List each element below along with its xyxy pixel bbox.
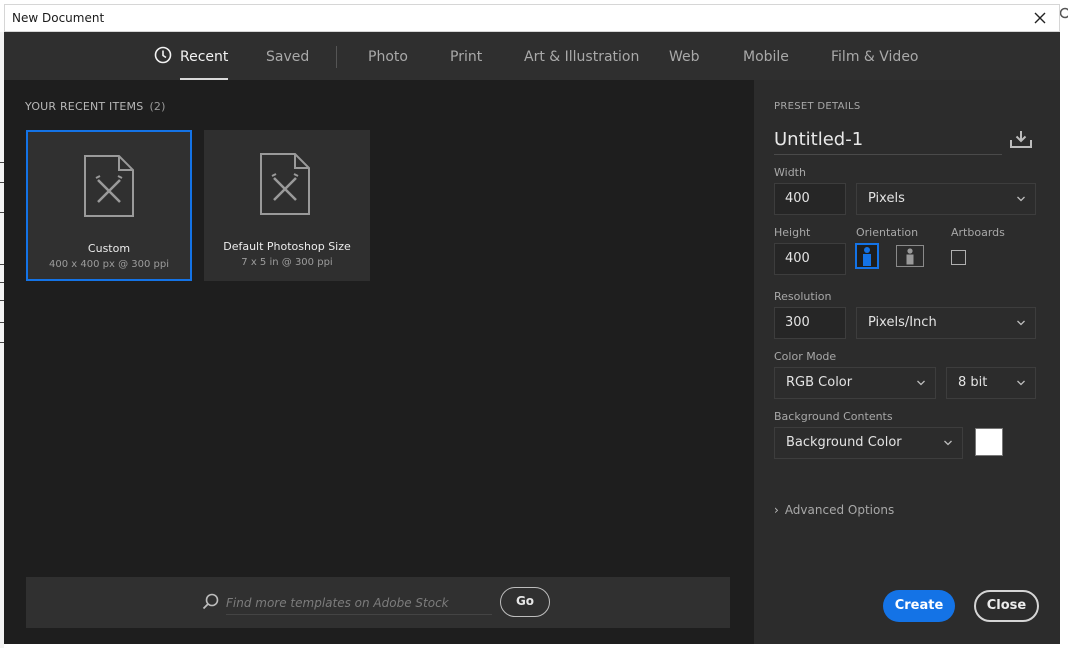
tab-mobile-label: Mobile: [743, 49, 789, 65]
height-input[interactable]: 400: [774, 243, 846, 275]
chevron-down-icon: [917, 380, 925, 386]
width-unit-value: Pixels: [868, 191, 905, 206]
tab-mobile[interactable]: Mobile: [743, 32, 789, 80]
advanced-options-label: Advanced Options: [784, 503, 895, 517]
search-icon: [202, 593, 219, 610]
document-pencil-icon: [260, 153, 310, 215]
save-preset-icon: [1010, 131, 1032, 148]
close-icon: [1034, 12, 1046, 24]
bit-depth-value: 8 bit: [958, 375, 988, 390]
tab-print[interactable]: Print: [450, 32, 482, 80]
title-bar: New Document: [4, 4, 1060, 32]
orientation-portrait-button[interactable]: [855, 243, 879, 269]
tab-divider: [336, 46, 337, 68]
width-unit-select[interactable]: Pixels: [856, 183, 1036, 215]
background-color-swatch[interactable]: [975, 428, 1003, 456]
background-contents-label: Background Contents: [774, 410, 893, 423]
resolution-unit-select[interactable]: Pixels/Inch: [856, 307, 1036, 339]
orientation-label: Orientation: [856, 226, 919, 239]
tab-print-label: Print: [450, 49, 483, 65]
preset-name-input[interactable]: Untitled-1: [774, 129, 1002, 155]
window-close-button[interactable]: [1029, 7, 1051, 29]
create-button[interactable]: Create: [883, 590, 955, 622]
preset-details-panel: PRESET DETAILS Untitled-1 Width 400 Pixe…: [754, 80, 1060, 644]
new-document-dialog: Recent Saved Photo Print Art & Illustrat…: [4, 32, 1060, 644]
tab-art-illustration[interactable]: Art & Illustration: [524, 32, 639, 80]
portrait-icon: [863, 247, 871, 266]
tab-web-label: Web: [669, 49, 700, 65]
tab-film-video-label: Film & Video: [831, 49, 919, 65]
recent-item-default-photoshop-size[interactable]: Default Photoshop Size 7 x 5 in @ 300 pp…: [204, 130, 370, 281]
landscape-icon: [906, 248, 914, 265]
resolution-input[interactable]: 300: [774, 307, 846, 339]
artboards-label: Artboards: [951, 226, 1005, 239]
recent-item-name: Custom: [87, 242, 131, 255]
advanced-options-toggle[interactable]: › Advanced Options: [774, 503, 894, 517]
chevron-down-icon: [1017, 380, 1025, 386]
preset-details-label: PRESET DETAILS: [774, 101, 861, 112]
outer-search-icon: [1060, 6, 1068, 26]
recent-item-detail: 7 x 5 in @ 300 ppi: [241, 257, 333, 268]
window-title: New Document: [12, 11, 105, 25]
tab-recent[interactable]: Recent: [154, 32, 229, 80]
document-pencil-icon: [84, 155, 134, 217]
color-mode-label: Color Mode: [774, 350, 837, 363]
orientation-landscape-button[interactable]: [896, 245, 924, 267]
template-search-input[interactable]: [226, 591, 492, 615]
bit-depth-select[interactable]: 8 bit: [946, 367, 1036, 399]
tab-saved[interactable]: Saved: [266, 32, 309, 80]
tab-photo-label: Photo: [368, 49, 408, 65]
height-label: Height: [774, 226, 811, 239]
recent-item-detail: 400 x 400 px @ 300 ppi: [49, 259, 169, 270]
color-mode-select[interactable]: RGB Color: [774, 367, 936, 399]
template-search-bar: Go: [26, 577, 730, 628]
tab-web[interactable]: Web: [669, 32, 700, 80]
background-contents-value: Background Color: [786, 435, 902, 450]
category-tabs: Recent Saved Photo Print Art & Illustrat…: [4, 32, 1060, 80]
tab-art-illustration-label: Art & Illustration: [524, 49, 640, 65]
recent-items-heading: YOUR RECENT ITEMS (2): [25, 100, 166, 113]
artboards-checkbox[interactable]: [951, 250, 966, 265]
clock-icon: [154, 46, 172, 64]
chevron-right-icon: ›: [774, 503, 779, 517]
close-button[interactable]: Close: [974, 590, 1039, 622]
recent-item-name: Default Photoshop Size: [223, 240, 351, 253]
recent-items-title: YOUR RECENT ITEMS: [25, 100, 144, 113]
background-contents-select[interactable]: Background Color: [774, 427, 963, 459]
save-preset-button[interactable]: [1010, 130, 1032, 148]
chevron-down-icon: [944, 440, 952, 446]
resolution-label: Resolution: [774, 290, 832, 303]
width-input[interactable]: 400: [774, 183, 846, 215]
go-button[interactable]: Go: [500, 587, 550, 617]
chevron-down-icon: [1017, 196, 1025, 202]
recent-item-custom[interactable]: Custom 400 x 400 px @ 300 ppi: [26, 130, 192, 281]
tab-saved-label: Saved: [266, 49, 310, 65]
tab-recent-label: Recent: [180, 49, 229, 65]
recent-items-count: (2): [149, 100, 166, 113]
chevron-down-icon: [1017, 320, 1025, 326]
width-label: Width: [774, 166, 806, 179]
tab-photo[interactable]: Photo: [368, 32, 408, 80]
tab-film-video[interactable]: Film & Video: [831, 32, 919, 80]
color-mode-value: RGB Color: [786, 375, 853, 390]
resolution-unit-value: Pixels/Inch: [868, 315, 937, 330]
